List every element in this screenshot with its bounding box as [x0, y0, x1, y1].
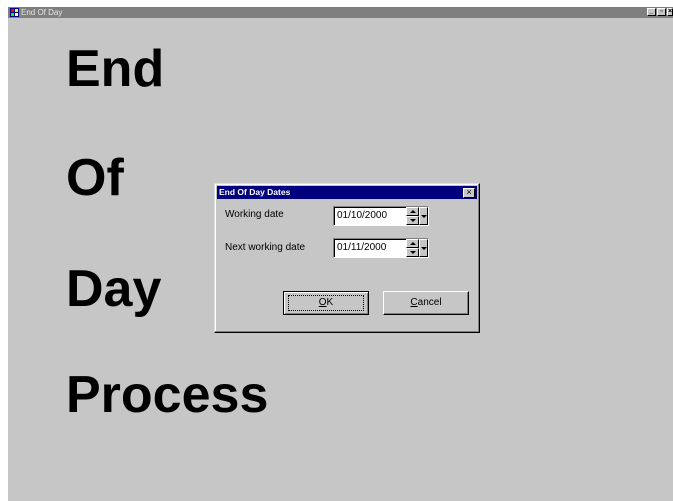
ok-button-label: OK: [319, 297, 333, 308]
minimize-button[interactable]: _: [647, 8, 656, 16]
arrow-down-icon: [410, 251, 416, 254]
working-date-spin-down[interactable]: [406, 216, 419, 225]
dialog-close-button[interactable]: ×: [463, 188, 475, 198]
window-title: End Of Day: [21, 8, 63, 17]
next-working-date-spin-down[interactable]: [406, 248, 419, 257]
working-date-dropdown-button[interactable]: [419, 207, 428, 225]
main-window: End Of Day _ ▫ × End Of Day Process End …: [8, 7, 673, 501]
working-date-spinner[interactable]: [406, 207, 419, 225]
next-working-date-picker[interactable]: 01/11/2000: [333, 238, 429, 258]
cancel-button[interactable]: Cancel: [383, 291, 469, 315]
working-date-label: Working date: [225, 209, 284, 220]
next-working-date-spinner[interactable]: [406, 239, 419, 257]
arrow-down-icon: [410, 219, 416, 222]
close-button[interactable]: ×: [667, 8, 673, 16]
arrow-up-icon: [410, 210, 416, 213]
working-date-value[interactable]: 01/10/2000: [337, 210, 387, 221]
chevron-down-icon: [421, 247, 427, 250]
dialog-titlebar[interactable]: End Of Day Dates ×: [217, 186, 477, 199]
working-date-spin-up[interactable]: [406, 207, 419, 216]
next-working-date-spin-up[interactable]: [406, 239, 419, 248]
maximize-button[interactable]: ▫: [657, 8, 666, 16]
cancel-button-label: Cancel: [410, 297, 441, 308]
end-of-day-dates-dialog: End Of Day Dates × Working date 01/10/20…: [214, 183, 480, 333]
cancel-mnemonic: C: [410, 297, 418, 308]
ok-button[interactable]: OK: [283, 291, 369, 315]
next-working-date-label: Next working date: [225, 242, 306, 253]
cancel-label-rest: ancel: [417, 297, 442, 308]
dialog-title: End Of Day Dates: [219, 187, 291, 197]
heading-line-1: End: [66, 40, 165, 98]
arrow-up-icon: [410, 242, 416, 245]
ok-mnemonic: O: [318, 297, 327, 308]
heading-line-2: Of: [66, 149, 124, 207]
window-titlebar[interactable]: End Of Day _ ▫ ×: [8, 7, 673, 18]
app-icon[interactable]: [10, 8, 19, 17]
working-date-picker[interactable]: 01/10/2000: [333, 206, 429, 226]
heading-line-3: Day: [66, 260, 162, 318]
heading-line-4: Process: [66, 366, 269, 424]
chevron-down-icon: [421, 215, 427, 218]
next-working-date-dropdown-button[interactable]: [419, 239, 428, 257]
ok-label-rest: K: [326, 297, 334, 308]
next-working-date-value[interactable]: 01/11/2000: [337, 242, 386, 253]
